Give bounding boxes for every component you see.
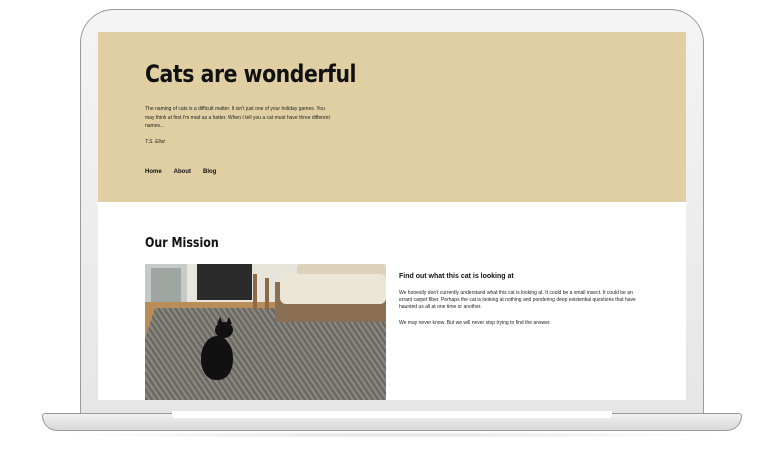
article-title: Find out what this cat is looking at (399, 273, 514, 280)
photo-chair-leg (253, 274, 257, 310)
cat-photo (145, 264, 386, 400)
hero-section: Cats are wonderful The naming of cats is… (98, 32, 686, 202)
laptop-base-notch (172, 411, 612, 418)
nav-blog-link[interactable]: Blog (203, 169, 216, 175)
article-paragraph: We may never know. But we will never sto… (399, 320, 551, 326)
cat-ear (226, 317, 232, 324)
photo-doorway (197, 264, 252, 300)
laptop-shadow (60, 432, 724, 438)
cat-ear (217, 317, 223, 324)
mission-heading: Our Mission (145, 236, 219, 251)
hero-quote: The naming of cats is a difficult matter… (145, 106, 330, 129)
cat-body (201, 336, 233, 380)
cat-head (215, 322, 233, 338)
photo-sofa-cushion (280, 274, 386, 304)
nav-home-link[interactable]: Home (145, 169, 162, 175)
photo-chair-leg (265, 278, 269, 310)
quote-author: T.S. Eliot (145, 139, 165, 145)
site-title: Cats are wonderful (145, 60, 357, 88)
photo-window (145, 264, 190, 306)
laptop-screen: Cats are wonderful The naming of cats is… (98, 32, 686, 400)
nav-about-link[interactable]: About (174, 169, 191, 175)
article-paragraph: We honestly don't currently understand w… (399, 290, 636, 310)
main-nav: Home About Blog (145, 169, 216, 175)
